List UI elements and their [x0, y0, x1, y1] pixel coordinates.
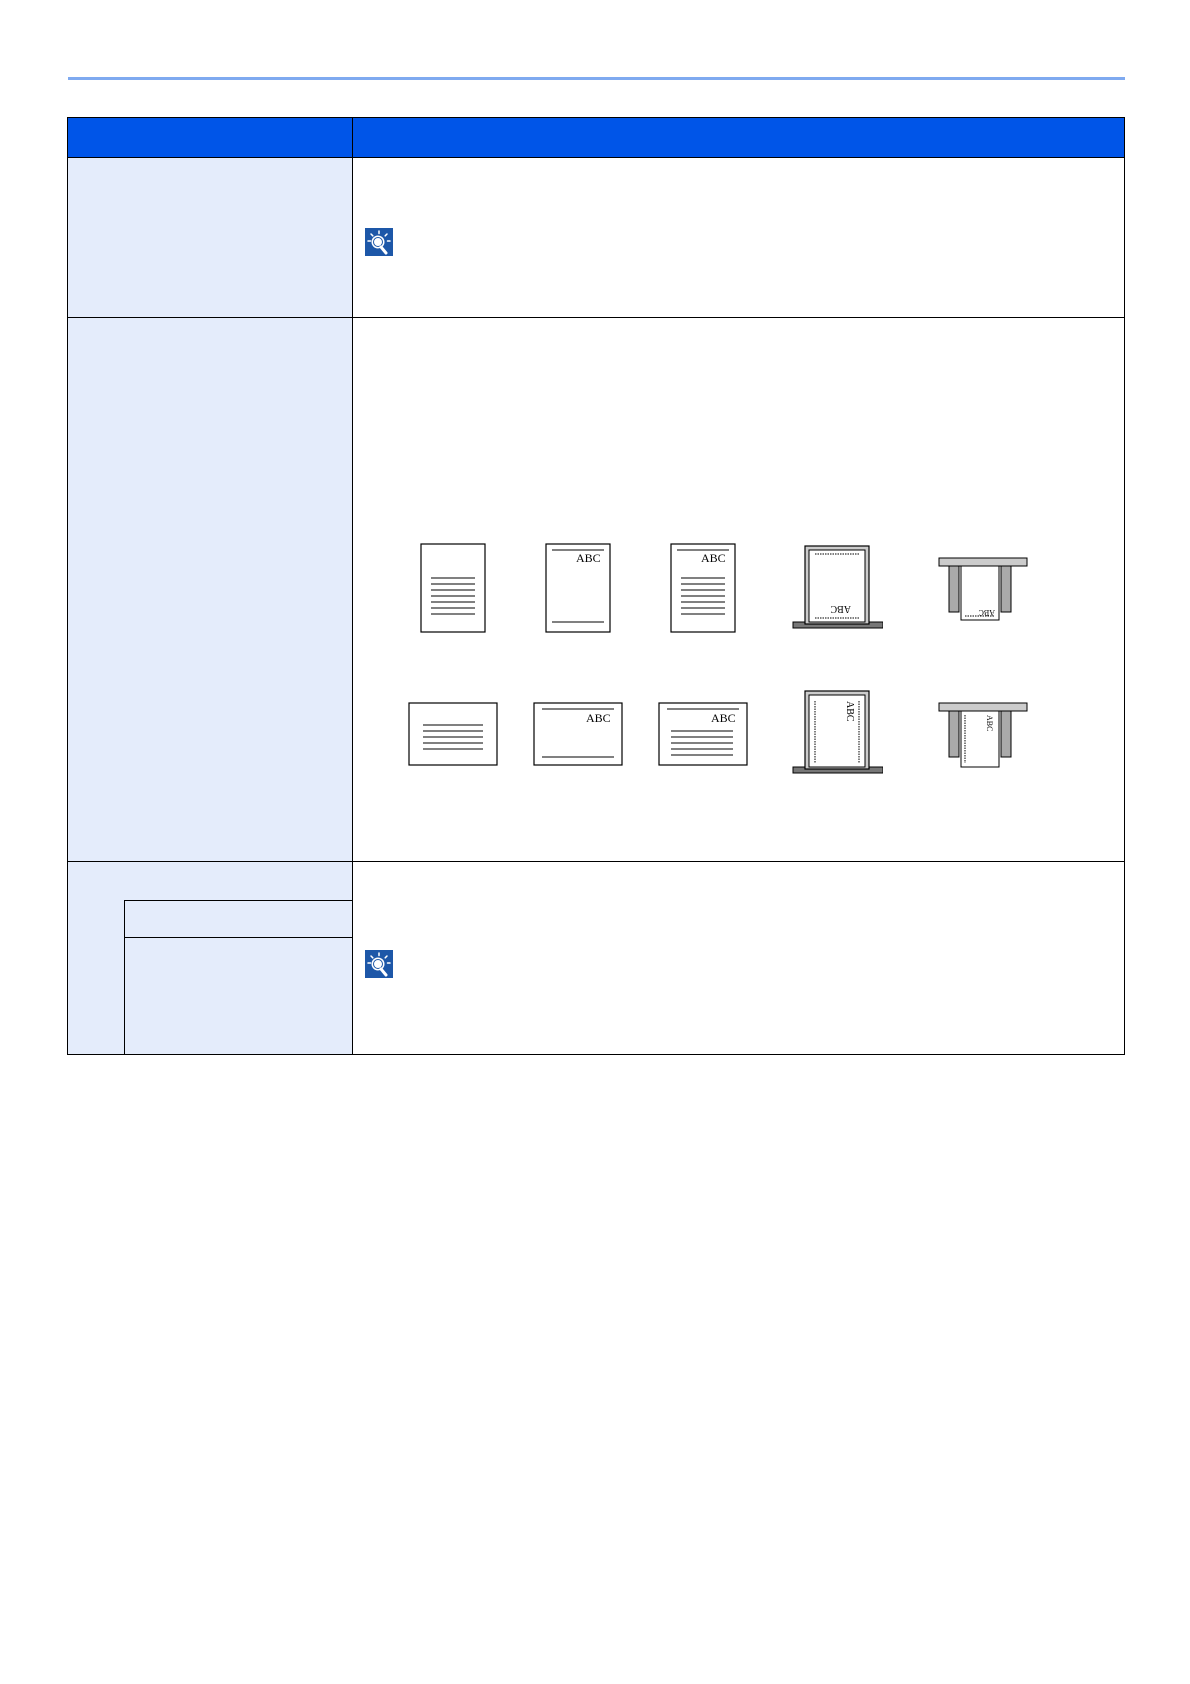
- sub-item-cell: [124, 900, 352, 938]
- row-item-cell: [68, 158, 353, 317]
- sub-item-cell: [124, 938, 352, 1054]
- table-row: ABC ABC ABC ABC ABC ABC ABC ABC: [68, 318, 1124, 862]
- rotated-text: ABC: [830, 603, 851, 614]
- portrait-lined-sheet-figure: [420, 543, 486, 633]
- rotated-text: ABC: [979, 608, 995, 617]
- hint-icon: [365, 950, 393, 978]
- row-description-cell: ABC ABC ABC ABC ABC ABC ABC ABC: [353, 318, 1124, 861]
- rotated-text: ABC: [844, 701, 855, 722]
- sample-text: ABC: [711, 711, 736, 725]
- table-row: [68, 158, 1124, 318]
- table-header: [68, 118, 1124, 158]
- settings-table: ABC ABC ABC ABC ABC ABC ABC ABC: [67, 117, 1125, 1055]
- header-item-column: [68, 118, 353, 157]
- row-description-cell: [353, 862, 1124, 1054]
- row-item-cell: [68, 862, 353, 1054]
- bypass-tray-landscape-loading-figure: ABC: [938, 702, 1028, 768]
- portrait-printed-result-figure: ABC: [670, 543, 736, 633]
- cassette-landscape-loading-figure: ABC: [792, 690, 883, 774]
- cassette-portrait-loading-figure: ABC: [792, 545, 883, 629]
- row-description-cell: [353, 158, 1124, 317]
- hint-icon: [365, 228, 393, 256]
- top-rule: [68, 77, 1125, 80]
- landscape-preprinted-sheet-figure: ABC: [533, 702, 623, 766]
- sample-text: ABC: [576, 551, 601, 565]
- portrait-preprinted-sheet-figure: ABC: [545, 543, 611, 633]
- table-row: [68, 862, 1124, 1054]
- bypass-tray-portrait-loading-figure: ABC: [938, 557, 1028, 621]
- sample-text: ABC: [701, 551, 726, 565]
- row-item-cell: [68, 318, 353, 861]
- landscape-lined-sheet-figure: [408, 702, 498, 766]
- sample-text: ABC: [586, 711, 611, 725]
- landscape-printed-result-figure: ABC: [658, 702, 748, 766]
- rotated-text: ABC: [985, 715, 994, 731]
